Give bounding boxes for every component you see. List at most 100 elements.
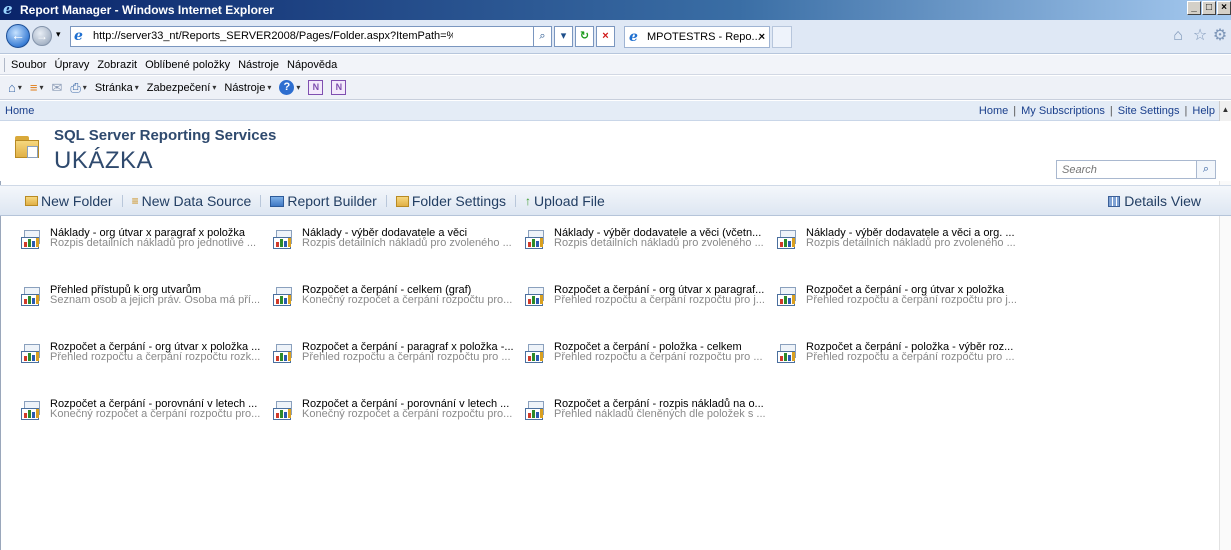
report-description: Přehled rozpočtu a čerpání rozpočtu pro … [554, 351, 763, 363]
window-title: Report Manager - Windows Internet Explor… [20, 3, 274, 17]
search-icon[interactable]: ⌕ [1196, 161, 1215, 178]
report-chart-icon [273, 401, 293, 420]
cmd-onenote-linked-button[interactable]: N [328, 80, 349, 95]
report-chart-icon [525, 344, 545, 363]
report-tile[interactable]: Rozpočet a čerpání - položka - výběr roz… [777, 341, 1017, 371]
tab-favicon-icon: e [629, 29, 638, 45]
details-view-label: Details View [1124, 193, 1201, 209]
folder-settings-label: Folder Settings [411, 193, 506, 209]
cmd-nastroje-menu[interactable]: Nástroje ▾ [221, 82, 274, 94]
toolbar-divider [260, 195, 262, 207]
maximize-button[interactable]: □ [1202, 1, 1216, 15]
cmd-help-button[interactable]: ? ▾ [276, 80, 303, 95]
print-icon: ⎙ [70, 79, 81, 95]
product-title: SQL Server Reporting Services [54, 127, 277, 144]
folder-settings-icon [395, 195, 409, 207]
report-tile[interactable]: Náklady - výběr dodavatele a věci (včetn… [525, 227, 765, 257]
cmd-print-button[interactable]: ⎙ ▾ [67, 80, 89, 96]
address-search-icon[interactable]: ⌕ [533, 26, 552, 47]
address-bar-icons: ⌕ ▾ ↻ × [533, 26, 615, 47]
new-data-source-label: New Data Source [141, 193, 252, 209]
toolbar-divider [515, 195, 516, 207]
menu-zobrazit[interactable]: Zobrazit [93, 59, 141, 71]
stop-icon[interactable]: × [596, 26, 615, 47]
report-tile[interactable]: Rozpočet a čerpání - rozpis nákladů na o… [525, 398, 766, 428]
tools-gear-icon[interactable]: ⚙ [1212, 28, 1228, 44]
report-description: Přehled rozpočtu a čerpání rozpočtu rozk… [50, 351, 261, 363]
report-tile[interactable]: Náklady - výběr dodavatele a věci a org.… [777, 227, 1017, 257]
report-tile[interactable]: Rozpočet a čerpání - org útvar x položka… [21, 341, 261, 371]
chevron-down-icon: ▾ [17, 83, 22, 92]
mail-icon: ✉ [51, 79, 63, 95]
search-input[interactable] [1057, 161, 1195, 178]
report-tile[interactable]: Přehled přístupů k org utvarům Seznam os… [21, 284, 261, 314]
tab-close-icon[interactable]: × [759, 27, 765, 47]
toolbar-divider [385, 195, 387, 207]
refresh-icon[interactable]: ↻ [575, 26, 594, 47]
minimize-button[interactable]: _ [1187, 1, 1201, 15]
report-chart-icon [525, 287, 545, 306]
cmd-feeds-button[interactable]: ≡ ▾ [27, 80, 47, 95]
browser-tab-active[interactable]: e MPOTESTRS - Repo... × [624, 26, 770, 48]
chevron-down-icon: ▾ [296, 83, 301, 92]
help-icon: ? [279, 80, 295, 95]
home-icon: ⌂ [8, 80, 16, 95]
cmd-zabezpeceni-menu[interactable]: Zabezpečení ▾ [144, 82, 220, 94]
new-data-source-button[interactable]: ≡ New Data Source [132, 193, 252, 209]
menu-upravy[interactable]: Úpravy [50, 59, 93, 71]
report-tile[interactable]: Rozpočet a čerpání - org útvar x položka… [777, 284, 1017, 314]
onenote-linked-icon: N [331, 80, 347, 95]
new-tab-button[interactable] [772, 26, 792, 48]
report-tile[interactable]: Rozpočet a čerpání - celkem (graf) Koneč… [273, 284, 513, 314]
cmd-mail-button[interactable]: ✉ [48, 80, 65, 96]
cmd-stranka-menu[interactable]: Stránka ▾ [92, 82, 142, 94]
my-subscriptions-link[interactable]: My Subscriptions [1021, 105, 1105, 117]
menu-nastroje[interactable]: Nástroje [234, 59, 283, 71]
menu-soubor[interactable]: Soubor [7, 59, 50, 71]
report-chart-icon [21, 230, 41, 249]
report-description: Rozpis detailních nákladů pro jednotlivé… [50, 237, 257, 249]
forward-button[interactable]: → [32, 26, 52, 46]
report-chart-icon [21, 401, 41, 420]
home-link[interactable]: Home [979, 105, 1008, 117]
report-chart-icon [273, 230, 293, 249]
report-tile[interactable]: Náklady - org útvar x paragraf x položka… [21, 227, 261, 257]
upload-file-label: Upload File [534, 193, 605, 209]
report-builder-label: Report Builder [287, 193, 377, 209]
folder-settings-button[interactable]: Folder Settings [395, 193, 506, 209]
report-tile[interactable]: Rozpočet a čerpání - porovnání v letech … [21, 398, 261, 428]
favorites-star-icon[interactable]: ☆ [1192, 28, 1208, 44]
site-settings-link[interactable]: Site Settings [1118, 105, 1180, 117]
search-box: ⌕ [1056, 160, 1216, 179]
address-bar[interactable]: e http://server33_nt/Reports_SERVER2008/… [70, 26, 545, 47]
scroll-up-arrow-icon[interactable]: ▲ [1219, 101, 1231, 121]
menu-napoveda[interactable]: Nápověda [283, 59, 341, 71]
address-dropdown-icon[interactable]: ▾ [554, 26, 573, 47]
upload-file-button[interactable]: ↑ Upload File [525, 193, 605, 209]
cmd-nastroje-label: Nástroje [224, 81, 266, 94]
new-folder-icon [25, 196, 38, 206]
report-tile[interactable]: Rozpočet a čerpání - paragraf x položka … [273, 341, 514, 371]
menu-oblibene[interactable]: Oblíbené položky [141, 59, 234, 71]
report-tile[interactable]: Rozpočet a čerpání - porovnání v letech … [273, 398, 513, 428]
link-separator: | [1184, 105, 1188, 117]
chevron-down-icon: ▾ [212, 83, 217, 92]
report-tile[interactable]: Rozpočet a čerpání - org útvar x paragra… [525, 284, 765, 314]
cmd-onenote-button[interactable]: N [305, 80, 326, 95]
browser-nav-bar: ← → ▾ e http://server33_nt/Reports_SERVE… [0, 20, 1231, 54]
home-icon[interactable]: ⌂ [1170, 28, 1186, 44]
help-link[interactable]: Help [1192, 105, 1215, 117]
details-view-button[interactable]: Details View [1108, 193, 1201, 209]
link-separator: | [1109, 105, 1113, 117]
cmd-home-button[interactable]: ⌂ ▾ [5, 80, 25, 95]
window-controls: _ □ × [1187, 1, 1231, 15]
page-favicon-icon: e [74, 28, 83, 44]
breadcrumb-home-link[interactable]: Home [5, 105, 34, 117]
back-button[interactable]: ← [6, 24, 30, 48]
new-folder-button[interactable]: New Folder [25, 193, 113, 209]
close-button[interactable]: × [1217, 1, 1231, 15]
report-tile[interactable]: Rozpočet a čerpání - položka - celkem Př… [525, 341, 765, 371]
history-dropdown-icon[interactable]: ▾ [56, 29, 61, 40]
report-builder-button[interactable]: Report Builder [270, 193, 377, 209]
report-tile[interactable]: Náklady - výběr dodavatele a věci Rozpis… [273, 227, 513, 257]
